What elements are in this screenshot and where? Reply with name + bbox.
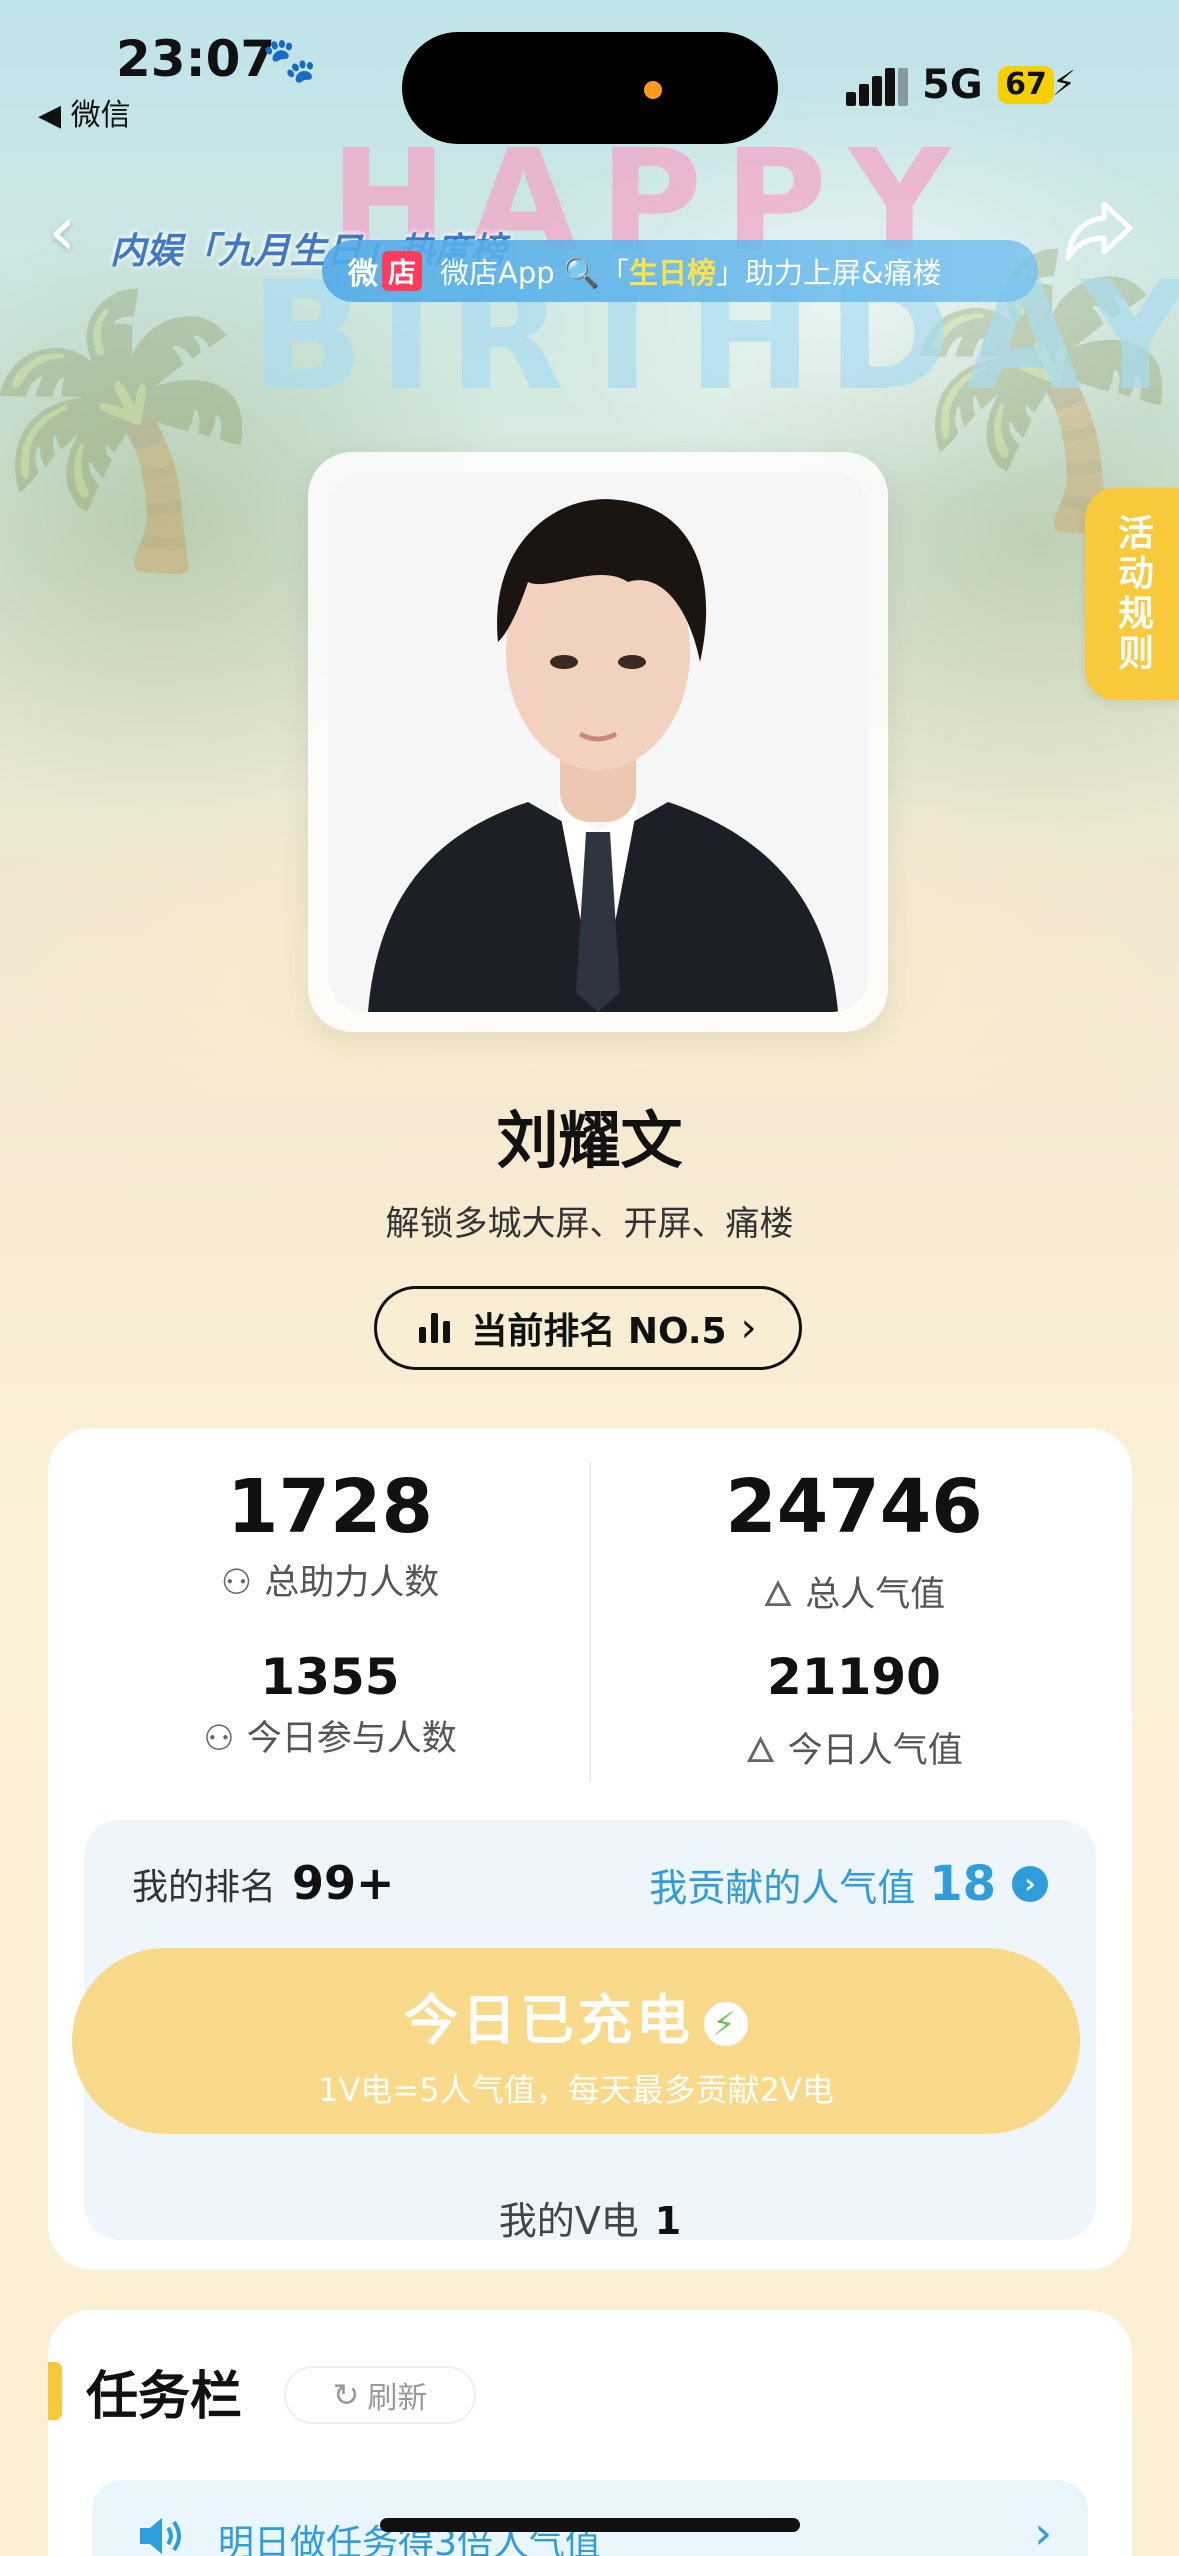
battery-level: 67 — [998, 66, 1054, 104]
banner-text-before: 微店App 🔍「 — [440, 256, 629, 290]
status-time: 23:07 — [116, 30, 276, 88]
charge-subtitle: 1V电=5人气值，每天最多贡献2V电 — [318, 2071, 834, 2109]
star-photo — [328, 472, 868, 1012]
weidian-tag: 微 店 — [348, 249, 423, 293]
stat-total-helpers-value: 1728 — [227, 1464, 433, 1550]
home-indicator[interactable] — [380, 2518, 800, 2532]
refresh-icon: ↻ — [332, 2376, 360, 2414]
people-icon: ⚇ — [220, 1563, 253, 1603]
people-icon: ⚇ — [203, 1719, 235, 1759]
charging-icon: ⚡ — [1052, 64, 1076, 104]
stat-today-popularity-value: 21190 — [767, 1648, 941, 1706]
back-to-wechat-link[interactable]: ◀ 微信 — [38, 90, 131, 134]
weidian-tag-badge: 店 — [382, 251, 423, 291]
my-v-power-label: 我的V电 — [498, 2199, 639, 2243]
current-rank-label: 当前排名 NO.5 — [471, 1311, 727, 1352]
share-icon[interactable] — [1064, 196, 1134, 266]
chevron-right-icon: › — [740, 1305, 757, 1351]
stat-total-popularity-value: 24746 — [725, 1464, 983, 1550]
stats-card: 1728 ⚇ 总助力人数 24746 🜂 总人气值 1355 ⚇ 今日参与人数 211… — [48, 1428, 1132, 2270]
my-v-power-value: 1 — [654, 2199, 682, 2243]
task-title: 任务栏 — [86, 2367, 243, 2427]
network-type: 5G — [922, 62, 983, 108]
my-contribution-label: 我贡献的人气值 — [649, 1865, 916, 1910]
refresh-label: 刷新 — [367, 2381, 428, 2416]
lightning-icon: ⚡ — [704, 2002, 748, 2047]
task-accent-bar — [48, 2362, 62, 2420]
charge-button[interactable]: 今日已充电 ⚡ 1V电=5人气值，每天最多贡献2V电 — [72, 1948, 1080, 2134]
stat-total-helpers-label: 总助力人数 — [264, 1563, 440, 1603]
promo-banner-text: 微店App 🔍「生日榜」助力上屏&痛楼 — [440, 250, 942, 292]
signal-icon — [846, 66, 908, 106]
chevron-right-circle-icon: › — [1012, 1866, 1048, 1902]
page: { "status_bar": { "time": "23:07", "back… — [0, 0, 1179, 2556]
stat-today-participants-value: 1355 — [260, 1648, 400, 1706]
current-rank-button[interactable]: 当前排名 NO.5 › — [374, 1286, 802, 1370]
stat-today-popularity: 21190 🜂 今日人气值 — [604, 1648, 1104, 1782]
palm-tree-left: 🌴 — [0, 279, 284, 581]
star-photo-card — [308, 452, 888, 1032]
my-contribution-value: 18 — [929, 1856, 996, 1912]
my-rank: 我的排名 99+ — [132, 1856, 395, 1910]
stats-divider — [589, 1462, 591, 1782]
back-arrow-icon[interactable]: ‹ — [48, 196, 76, 266]
speaker-icon — [140, 2518, 181, 2554]
bar-chart-icon — [419, 1313, 455, 1343]
my-v-power: 我的V电 1 — [48, 2190, 1132, 2245]
stat-today-participants-label: 今日参与人数 — [246, 1719, 457, 1759]
my-contribution-box: 我的排名 99+ 我贡献的人气值 18 › 今日已充电 ⚡ 1V电=5人气值，每天最多贡… — [72, 1820, 1096, 2240]
banner-highlight: 生日榜 — [629, 256, 717, 290]
charge-title: 今日已充电 — [404, 1989, 694, 2052]
chevron-right-icon: › — [1034, 2508, 1052, 2556]
weidian-tag-prefix: 微 — [348, 257, 378, 292]
star-name: 刘耀文 — [496, 1104, 683, 1177]
activity-rules-tab[interactable]: 活动规则 — [1085, 488, 1179, 700]
my-contribution-link[interactable]: 我贡献的人气值 18 › — [649, 1856, 1048, 1912]
stat-today-popularity-label: 今日人气值 — [787, 1731, 963, 1771]
refresh-button[interactable]: ↻ 刷新 — [284, 2366, 476, 2424]
stat-total-popularity-label: 总人气值 — [805, 1575, 946, 1615]
promo-banner[interactable]: 微 店 微店App 🔍「生日榜」助力上屏&痛楼 — [322, 240, 1038, 302]
stat-total-helpers: 1728 ⚇ 总助力人数 — [80, 1464, 580, 1605]
flame-icon: 🜂 — [762, 1575, 794, 1615]
stat-total-popularity: 24746 🜂 总人气值 — [604, 1464, 1104, 1626]
stat-today-participants: 1355 ⚇ 今日参与人数 — [80, 1648, 580, 1761]
banner-text-after: 」助力上屏&痛楼 — [716, 256, 942, 290]
privacy-indicator-dot — [644, 81, 662, 99]
my-rank-label: 我的排名 — [132, 1867, 277, 1908]
my-rank-value: 99+ — [292, 1856, 395, 1910]
star-subtitle: 解锁多城大屏、开屏、痛楼 — [385, 1204, 794, 1244]
paw-icon: 🐾 — [262, 35, 317, 86]
flame-icon: 🜂 — [745, 1731, 776, 1771]
